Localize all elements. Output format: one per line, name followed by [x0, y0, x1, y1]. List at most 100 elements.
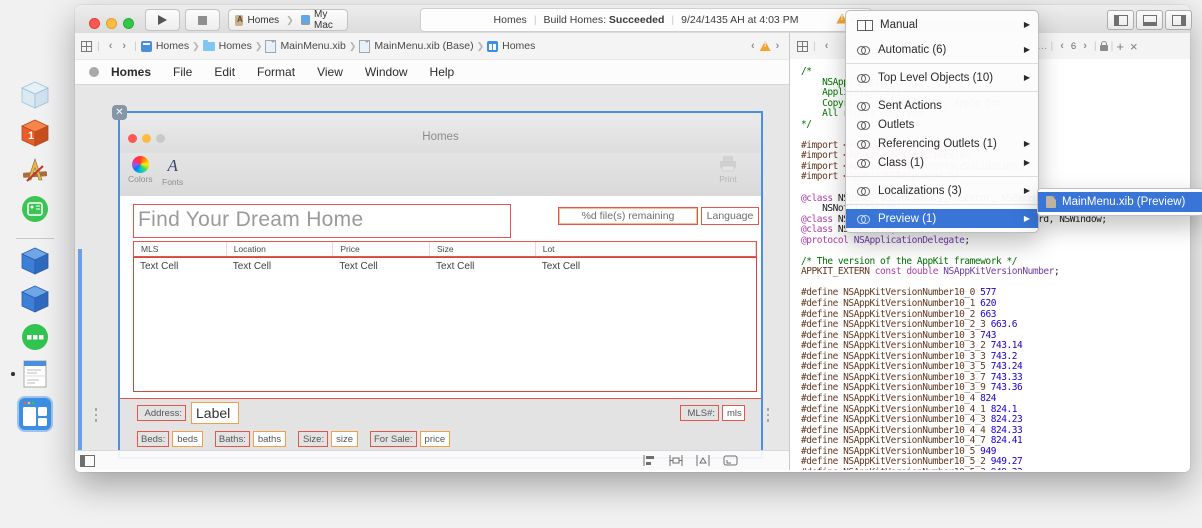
baths-label[interactable]: Baths:	[214, 431, 250, 447]
resolve-auto-layout-button[interactable]	[696, 454, 710, 467]
resizing-behavior-button[interactable]	[723, 454, 738, 467]
form-pair-beds: Beds: beds	[137, 431, 203, 447]
mls-number-label[interactable]: MLS#:	[680, 405, 719, 421]
price-field[interactable]: price	[419, 431, 451, 447]
menu-item-manual[interactable]: Manual ▶	[846, 15, 1038, 34]
table-header-price[interactable]: Price	[333, 242, 431, 256]
document-outline-toggle-button[interactable]	[80, 455, 95, 467]
dock-blue-cube-2-app-icon[interactable]	[20, 284, 50, 319]
fonts-icon[interactable]: A	[167, 156, 177, 176]
assistant-back-button[interactable]: ‹	[821, 40, 833, 52]
lock-icon[interactable]	[1099, 41, 1108, 51]
files-remaining-label[interactable]: %d file(s) remaining	[558, 207, 698, 225]
mock-table-view[interactable]: MLS Location Price Size Lot Text Cell Text Ce…	[133, 241, 757, 392]
toggle-inspector-button[interactable]	[1165, 10, 1192, 30]
colors-wheel-icon[interactable]	[131, 156, 149, 173]
dock-orange-box-app-icon[interactable]: 1	[20, 118, 50, 153]
table-header-location[interactable]: Location	[227, 242, 334, 256]
size-label[interactable]: Size:	[298, 431, 329, 447]
table-header-lot[interactable]: Lot	[536, 242, 756, 256]
beds-field[interactable]: beds	[172, 431, 203, 447]
toggle-debug-area-button[interactable]	[1136, 10, 1163, 30]
breadcrumb-item-1[interactable]: Homes	[140, 40, 189, 52]
forward-button[interactable]: ›	[118, 40, 130, 52]
dock-interface-builder-app-icon[interactable]	[17, 396, 53, 437]
dock-blue-cube-app-icon[interactable]	[20, 246, 50, 281]
apple-menu-icon[interactable]	[89, 67, 99, 77]
interface-builder-canvas[interactable]: Homes File Edit Format View Window Help ✕ Home…	[75, 59, 789, 470]
dock-green-contact-app-icon[interactable]	[20, 194, 50, 229]
table-header-mls[interactable]: MLS	[134, 242, 227, 256]
price-label[interactable]: For Sale:	[370, 431, 417, 447]
table-cell[interactable]: Text Cell	[333, 258, 430, 272]
table-body[interactable]: Text Cell Text Cell Text Cell Text Cell Text…	[133, 257, 757, 392]
mock-menu-item-window[interactable]: Window	[354, 65, 419, 79]
pin-button[interactable]	[669, 454, 683, 467]
assistant-prev-file-button[interactable]: ‹	[1056, 40, 1068, 52]
mock-menu-item-help[interactable]: Help	[419, 65, 466, 79]
submenu-item-mainmenu-preview[interactable]: MainMenu.xib (Preview)	[1038, 192, 1202, 212]
toggle-navigator-button[interactable]	[1107, 10, 1134, 30]
table-header-row[interactable]: MLS Location Price Size Lot	[133, 241, 757, 257]
menu-item-automatic-6-[interactable]: Automatic (6) ▶	[846, 40, 1038, 59]
next-issue-button[interactable]: ›	[772, 40, 784, 52]
mock-menu-bar[interactable]: Homes File Edit Format View Window Help	[75, 60, 789, 85]
breadcrumb-item-5[interactable]: Homes	[487, 40, 535, 52]
previous-issue-button[interactable]: ‹	[747, 40, 759, 52]
back-button[interactable]: ‹	[105, 40, 117, 52]
close-window-button[interactable]	[89, 18, 100, 29]
baths-field[interactable]: baths	[252, 431, 287, 447]
mock-menu-item-homes[interactable]: Homes	[111, 65, 162, 79]
mock-window-toolbar[interactable]: Colors A Fonts Print	[120, 153, 761, 197]
menu-item-localizations-3-[interactable]: Localizations (3) ▶	[846, 181, 1038, 200]
table-cell[interactable]: Text Cell	[134, 258, 227, 272]
file-icon	[359, 39, 371, 53]
dock-xcode-app-icon[interactable]	[20, 156, 50, 191]
mock-menu-item-format[interactable]: Format	[246, 65, 306, 79]
menu-item-top-level-objects-10-[interactable]: Top Level Objects (10) ▶	[846, 68, 1038, 87]
mock-menu-item-file[interactable]: File	[162, 65, 203, 79]
address-label[interactable]: Address:	[137, 405, 186, 421]
dock-wireframe-cube-app-icon[interactable]	[20, 80, 50, 115]
dock-green-dots-app-icon[interactable]	[20, 322, 50, 357]
table-cell[interactable]: Text Cell	[430, 258, 536, 272]
menu-item-outlets[interactable]: Outlets	[846, 115, 1038, 134]
print-icon[interactable]	[718, 155, 738, 173]
align-button[interactable]	[642, 454, 656, 467]
close-badge-icon[interactable]: ✕	[112, 105, 127, 120]
run-button[interactable]	[145, 9, 180, 31]
menu-item-sent-actions[interactable]: Sent Actions	[846, 96, 1038, 115]
language-button[interactable]: Language	[701, 207, 759, 225]
close-assistant-editor-button[interactable]: ×	[1127, 39, 1138, 54]
mls-number-field[interactable]: mls	[722, 405, 745, 421]
beds-label[interactable]: Beds:	[137, 431, 170, 447]
canvas-resize-handle-left[interactable]	[94, 408, 98, 426]
selected-window-object[interactable]: ✕ Homes Colors A Fonts Print Find Your D…	[112, 105, 763, 459]
table-cell[interactable]: Text Cell	[536, 258, 756, 272]
mock-menu-item-view[interactable]: View	[306, 65, 354, 79]
breadcrumb-item-3[interactable]: MainMenu.xib	[265, 39, 346, 53]
size-field[interactable]: size	[331, 431, 358, 447]
canvas-resize-handle-right[interactable]	[766, 408, 770, 426]
minimize-window-button[interactable]	[106, 18, 117, 29]
add-assistant-editor-button[interactable]: +	[1116, 39, 1124, 54]
menu-item-preview-1-[interactable]: Preview (1) ▶	[846, 209, 1038, 228]
menu-item-class-1-[interactable]: Class (1) ▶	[846, 153, 1038, 172]
headline-text-field[interactable]: Find Your Dream Home	[133, 204, 511, 238]
menu-item-referencing-outlets-1-[interactable]: Referencing Outlets (1) ▶	[846, 134, 1038, 153]
dock-mini-window-app-icon[interactable]	[11, 360, 47, 393]
table-cell[interactable]: Text Cell	[227, 258, 334, 272]
address-field[interactable]: Label	[191, 402, 239, 424]
mock-window-titlebar[interactable]: Homes	[120, 113, 761, 154]
related-items-icon[interactable]	[81, 40, 92, 52]
assistant-next-file-button[interactable]: ›	[1079, 40, 1091, 52]
breadcrumb-item-4[interactable]: MainMenu.xib (Base)	[359, 39, 474, 53]
zoom-window-button[interactable]	[123, 18, 134, 29]
scheme-selector[interactable]: A Homes ❯ My Mac	[228, 9, 348, 31]
breadcrumb-item-2[interactable]: Homes	[202, 39, 252, 52]
mock-menu-item-edit[interactable]: Edit	[203, 65, 246, 79]
assistant-related-items-icon[interactable]	[797, 40, 808, 52]
stop-button[interactable]	[185, 9, 220, 31]
table-header-size[interactable]: Size	[430, 242, 536, 256]
table-row[interactable]: Text Cell Text Cell Text Cell Text Cell Text…	[134, 258, 756, 272]
